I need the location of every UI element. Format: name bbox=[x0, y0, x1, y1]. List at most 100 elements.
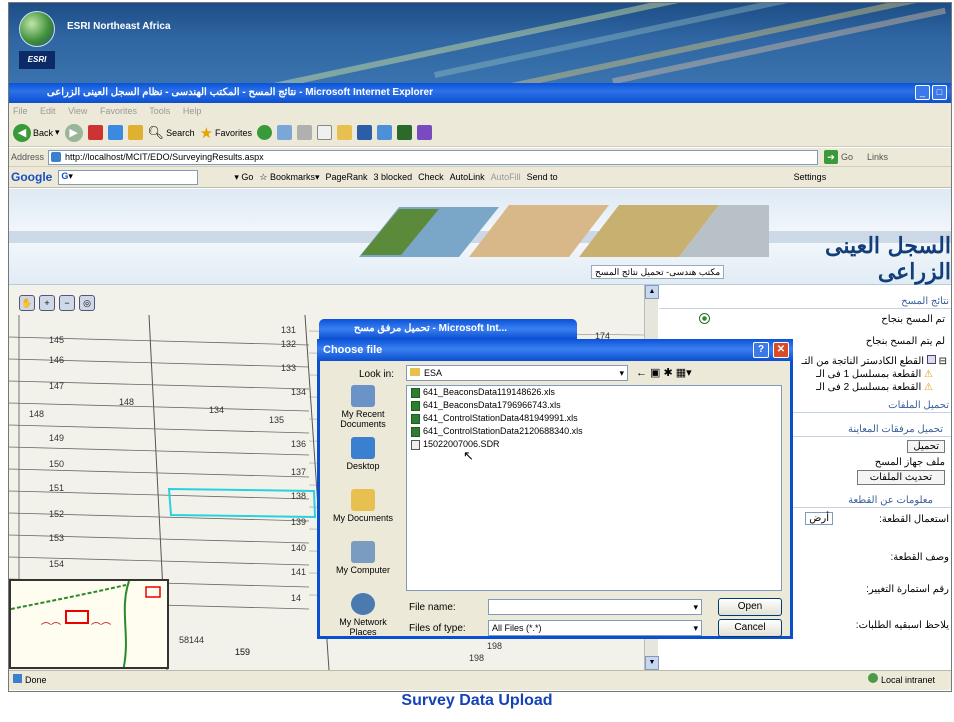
scroll-up-icon[interactable]: ▲ bbox=[645, 285, 659, 299]
file-item[interactable]: 641_ControlStationData481949991.xls bbox=[407, 412, 781, 425]
menu-favorites[interactable]: Favorites bbox=[100, 106, 137, 116]
search-button[interactable]: 🔍︎ Search bbox=[148, 125, 195, 141]
slide-caption: Survey Data Upload bbox=[401, 692, 553, 709]
filename-input[interactable]: ▾ bbox=[488, 599, 702, 615]
map-tools: ✋ + − ◎ bbox=[19, 295, 95, 311]
dialog-close-button[interactable]: ✕ bbox=[773, 342, 789, 358]
page-done-icon bbox=[13, 674, 22, 683]
menu-help[interactable]: Help bbox=[183, 106, 202, 116]
mail-icon[interactable] bbox=[297, 125, 313, 140]
print-icon[interactable] bbox=[317, 125, 333, 140]
filetype-label: Files of type: bbox=[409, 623, 466, 634]
go-icon[interactable]: ➔ bbox=[824, 150, 839, 164]
file-list[interactable]: 641_BeaconsData119148626.xls 641_Beacons… bbox=[406, 385, 782, 591]
go-label[interactable]: Go bbox=[841, 152, 853, 162]
favorites-button[interactable]: ★ Favorites bbox=[200, 124, 252, 142]
place-documents[interactable]: My Documents bbox=[327, 489, 399, 537]
window-controls: _ □ bbox=[915, 85, 947, 100]
sendto-button[interactable]: Send to bbox=[527, 172, 558, 182]
media-icon[interactable] bbox=[257, 125, 273, 140]
settings-button[interactable]: Settings bbox=[794, 172, 827, 182]
google-prefix: G bbox=[61, 170, 69, 181]
upload-window-title: تحميل مرفق مسح - Microsoft Int... bbox=[319, 319, 577, 339]
bookmarks-button[interactable]: ☆ Bookmarks▾ bbox=[259, 172, 319, 183]
check-button[interactable]: Check bbox=[418, 172, 444, 182]
parcel-label: 149 bbox=[49, 433, 64, 443]
google-search-input[interactable]: G▾ bbox=[58, 169, 199, 185]
menu-file[interactable]: File bbox=[13, 106, 28, 116]
parcel-label: 148 bbox=[29, 409, 44, 419]
update-button[interactable]: تحديث الملفات bbox=[856, 470, 945, 485]
filetype-value: All Files (*.*) bbox=[492, 623, 542, 633]
pagerank-button[interactable]: PageRank bbox=[326, 172, 368, 182]
full-extent-icon[interactable]: ◎ bbox=[79, 295, 95, 311]
back-button[interactable]: ◀ Back ▾ bbox=[13, 123, 60, 142]
svg-text:⌒⌒: ⌒⌒ bbox=[91, 622, 111, 634]
status-text: Done bbox=[25, 675, 47, 685]
filename-label: File name: bbox=[409, 602, 456, 613]
open-button[interactable]: Open bbox=[718, 598, 782, 616]
overview-map[interactable]: ⌒⌒ ⌒⌒ bbox=[9, 579, 169, 669]
search-icon: 🔍︎ bbox=[147, 124, 165, 140]
forward-button[interactable]: ▶ bbox=[64, 123, 83, 142]
excel-file-icon bbox=[411, 400, 420, 411]
menu-view[interactable]: View bbox=[68, 106, 87, 116]
dialog-nav-icons[interactable]: ← ▣ ✱ ▦▾ bbox=[636, 366, 692, 379]
file-item[interactable]: 641_ControlStationData2120688340.xls bbox=[407, 425, 781, 438]
place-network[interactable]: My Network Places bbox=[327, 593, 399, 641]
scroll-down-icon[interactable]: ▼ bbox=[645, 656, 659, 670]
stop-icon[interactable] bbox=[87, 125, 103, 140]
excel-file-icon bbox=[411, 413, 420, 424]
place-desktop[interactable]: Desktop bbox=[327, 437, 399, 485]
folder-icon[interactable] bbox=[337, 125, 353, 140]
place-computer[interactable]: My Computer bbox=[327, 541, 399, 589]
cancel-button[interactable]: Cancel bbox=[718, 619, 782, 637]
file-item[interactable]: 641_BeaconsData1796966743.xls bbox=[407, 399, 781, 412]
menu-tools[interactable]: Tools bbox=[149, 106, 170, 116]
menu-bar: File Edit View Favorites Tools Help bbox=[9, 103, 951, 119]
refresh-icon[interactable] bbox=[107, 125, 123, 140]
back-icon: ◀ bbox=[13, 123, 31, 142]
maximize-button[interactable]: □ bbox=[932, 85, 947, 100]
parcel-boundary bbox=[9, 468, 310, 478]
site-nav-tab[interactable]: مكتب هندسى- تحميل نتائج المسح bbox=[591, 265, 725, 279]
usage-select[interactable]: أرض bbox=[805, 512, 833, 525]
look-in-select[interactable]: ESA ▾ bbox=[406, 365, 628, 381]
zoom-out-icon[interactable]: − bbox=[59, 295, 75, 311]
parcel-label: 138 bbox=[291, 491, 306, 501]
surveyed-label: تم المسح بنجاح bbox=[881, 314, 945, 325]
minimize-button[interactable]: _ bbox=[915, 85, 930, 100]
menu-edit[interactable]: Edit bbox=[40, 106, 56, 116]
upload-button[interactable]: تحميل bbox=[907, 440, 945, 453]
network-icon bbox=[351, 593, 375, 615]
favorites-label: Favorites bbox=[215, 127, 253, 138]
address-input[interactable]: http://localhost/MCIT/EDO/SurveyingResul… bbox=[48, 149, 819, 165]
autofill-button[interactable]: AutoFill bbox=[491, 172, 521, 182]
help-button[interactable]: ? bbox=[753, 342, 769, 358]
header-images bbox=[359, 205, 769, 257]
links-label[interactable]: Links bbox=[867, 152, 888, 162]
place-recent[interactable]: My Recent Documents bbox=[327, 385, 399, 433]
status-bar: Done Local intranet bbox=[9, 670, 951, 690]
autolink-button[interactable]: AutoLink bbox=[450, 172, 485, 182]
tool-icon[interactable] bbox=[417, 125, 433, 140]
history-icon[interactable] bbox=[277, 125, 293, 140]
parcel-label: 140 bbox=[291, 543, 306, 553]
file-item[interactable]: 641_BeaconsData119148626.xls bbox=[407, 386, 781, 399]
zoom-in-icon[interactable]: + bbox=[39, 295, 55, 311]
messenger-icon[interactable] bbox=[377, 125, 393, 140]
word-icon[interactable] bbox=[357, 125, 373, 140]
google-go[interactable]: ▾ Go bbox=[234, 172, 253, 183]
results-section: نتائج المسح bbox=[659, 295, 951, 309]
not-surveyed-label: لم يتم المسح بنجاح bbox=[865, 336, 945, 347]
pan-icon[interactable]: ✋ bbox=[19, 295, 35, 311]
blocked-button[interactable]: 3 blocked bbox=[374, 172, 413, 182]
google-go-label: Go bbox=[241, 171, 254, 182]
filetype-select[interactable]: All Files (*.*) ▾ bbox=[488, 620, 702, 636]
home-icon[interactable] bbox=[127, 125, 143, 140]
piece-2-label: القطعة بمسلسل 2 فى الـ bbox=[816, 382, 922, 393]
research-icon[interactable] bbox=[397, 125, 413, 140]
warning-icon: ⚠ bbox=[924, 382, 933, 393]
surveyed-radio[interactable] bbox=[699, 313, 710, 324]
file-name: 641_ControlStationData2120688340.xls bbox=[423, 426, 583, 436]
